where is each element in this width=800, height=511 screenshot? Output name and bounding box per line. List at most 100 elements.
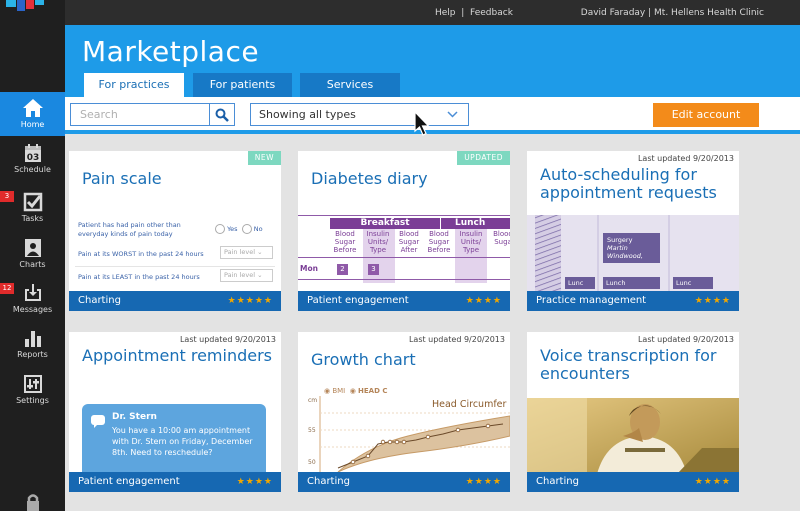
home-icon bbox=[22, 99, 43, 117]
preview-no: No bbox=[253, 225, 263, 233]
preview-lunch: Lunch bbox=[441, 218, 510, 229]
preview-col: Insulin Units/ Type bbox=[459, 230, 483, 254]
card-preview: ◉ BMI ◉ HEAD C cm Head Circumfer 55 50 bbox=[298, 384, 510, 472]
tab-services[interactable]: Services bbox=[300, 73, 400, 97]
sliders-icon bbox=[23, 375, 42, 393]
search-icon bbox=[215, 108, 229, 122]
sidebar-item-label: Schedule bbox=[14, 165, 51, 174]
preview-col: Blood Sugar Before bbox=[333, 230, 357, 254]
preview-lunch-slot: Lunc bbox=[673, 277, 713, 289]
rating-stars: ★★★★★ bbox=[227, 296, 273, 306]
preview-col: Blood Sugar Before bbox=[427, 230, 451, 254]
top-bar: Help | Feedback David Faraday | Mt. Hell… bbox=[65, 0, 800, 25]
preview-question: Pain at its WORST in the past 24 hours bbox=[78, 250, 204, 258]
clinic-name: Mt. Hellens Health Clinic bbox=[654, 8, 764, 18]
preview-question: Pain at its LEAST in the past 24 hours bbox=[78, 273, 200, 281]
calendar-icon: 03 bbox=[24, 144, 41, 163]
sidebar-item-label: Messages bbox=[12, 305, 53, 314]
sidebar-item-reports[interactable]: Reports bbox=[0, 326, 65, 370]
preview-value: 3 bbox=[368, 264, 379, 275]
sidebar-item-messages[interactable]: 12 Messages bbox=[0, 282, 65, 326]
preview-message: You have a 10:00 am appointment with Dr.… bbox=[112, 426, 253, 457]
lock-icon[interactable] bbox=[24, 493, 42, 511]
feedback-link[interactable]: Feedback bbox=[470, 8, 513, 18]
sidebar-item-label: Home bbox=[20, 120, 45, 129]
sidebar-item-home[interactable]: Home bbox=[0, 92, 65, 136]
separator: | bbox=[458, 8, 468, 18]
chevron-down-icon bbox=[447, 111, 458, 118]
page-title: Marketplace bbox=[82, 35, 260, 68]
card-footer: Charting ★★★★ bbox=[527, 472, 739, 492]
card-category: Charting bbox=[78, 295, 121, 306]
user-name: David Faraday bbox=[580, 8, 646, 18]
preview-lunch-slot: Lunc bbox=[565, 277, 595, 289]
sidebar-item-schedule[interactable]: 03 Schedule bbox=[0, 140, 65, 184]
sidebar-item-tasks[interactable]: 3 Tasks bbox=[0, 190, 65, 234]
preview-yes: Yes bbox=[227, 225, 238, 233]
card-title: Auto-scheduling for appointment requests bbox=[540, 165, 717, 202]
preview-lunch-slot: Lunch bbox=[603, 277, 660, 289]
calendar-day-number: 03 bbox=[26, 153, 39, 163]
sidebar-item-charts[interactable]: Charts bbox=[0, 236, 65, 280]
checkbox-icon bbox=[23, 192, 42, 212]
toolbar: Showing all types Edit account bbox=[65, 97, 800, 134]
sidebar-item-label: Charts bbox=[19, 260, 46, 269]
sidebar-item-settings[interactable]: Settings bbox=[0, 372, 65, 416]
card-preview: Surgery Martin Windwood, Lunc Lunch Lunc bbox=[527, 215, 739, 292]
brand-logo bbox=[0, 0, 65, 14]
doctor-photo bbox=[527, 398, 739, 474]
type-filter-value: Showing all types bbox=[259, 108, 356, 121]
chat-bubble-icon bbox=[91, 415, 105, 428]
search-input[interactable] bbox=[70, 103, 210, 126]
page-header: Marketplace For practices For patients S… bbox=[65, 25, 800, 97]
preview-select: Pain level bbox=[224, 271, 256, 279]
tasks-count-badge: 3 bbox=[0, 191, 14, 202]
marketplace-card[interactable]: Last updated 9/20/2013 Voice transcripti… bbox=[527, 332, 739, 492]
marketplace-card[interactable]: NEW Pain scale Patient has had pain othe… bbox=[69, 151, 281, 311]
messages-count-badge: 12 bbox=[0, 283, 14, 294]
marketplace-card[interactable]: Last updated 9/20/2013 Auto-scheduling f… bbox=[527, 151, 739, 311]
card-category: Charting bbox=[536, 476, 579, 487]
preview-question: Patient has had pain other than everyday… bbox=[78, 221, 181, 238]
preview-col: Blood Sugar After bbox=[398, 230, 420, 254]
growth-chart-thumbnail bbox=[319, 396, 510, 472]
preview-col: Insulin Units/ Type bbox=[366, 230, 390, 254]
card-preview-photo bbox=[527, 398, 739, 474]
card-category: Patient engagement bbox=[78, 476, 180, 487]
chart-person-icon bbox=[24, 239, 41, 257]
search-button[interactable] bbox=[209, 103, 235, 126]
card-title: Voice transcription for encounters bbox=[540, 346, 717, 383]
user-info[interactable]: David Faraday | Mt. Hellens Health Clini… bbox=[581, 8, 764, 18]
card-title: Appointment reminders bbox=[82, 346, 272, 365]
preview-value: 2 bbox=[337, 264, 348, 275]
edit-account-button[interactable]: Edit account bbox=[653, 103, 759, 127]
card-footer: Charting ★★★★★ bbox=[69, 291, 281, 311]
rating-stars: ★★★★ bbox=[465, 296, 502, 306]
preview-select: Pain level bbox=[224, 248, 256, 256]
sidebar-item-label: Reports bbox=[17, 350, 48, 359]
new-badge: NEW bbox=[247, 151, 281, 165]
card-title: Growth chart bbox=[311, 350, 416, 369]
sidebar-nav: Home 03 Schedule 3 Tasks Charts 12 Messa… bbox=[0, 0, 65, 511]
rating-stars: ★★★★ bbox=[236, 477, 273, 487]
tab-for-practices[interactable]: For practices bbox=[84, 73, 184, 97]
help-link[interactable]: Help bbox=[435, 8, 456, 18]
rating-stars: ★★★★ bbox=[694, 477, 731, 487]
card-preview: Dr. Stern You have a 10:00 am appointmen… bbox=[69, 404, 281, 474]
card-title: Diabetes diary bbox=[311, 169, 428, 188]
tab-for-patients[interactable]: For patients bbox=[193, 73, 292, 97]
preview-breakfast: Breakfast bbox=[330, 218, 440, 229]
last-updated: Last updated 9/20/2013 bbox=[408, 335, 505, 344]
card-category: Charting bbox=[307, 476, 350, 487]
card-footer: Patient engagement ★★★★ bbox=[298, 291, 510, 311]
card-category: Practice management bbox=[536, 295, 647, 306]
last-updated: Last updated 9/20/2013 bbox=[637, 154, 734, 163]
inbox-icon bbox=[24, 284, 41, 301]
marketplace-card[interactable]: UPDATED Diabetes diary Breakfast Lunch B… bbox=[298, 151, 510, 311]
preview-col: Blood Suga bbox=[493, 230, 510, 246]
type-filter-select[interactable]: Showing all types bbox=[250, 103, 469, 126]
preview-sender: Dr. Stern bbox=[112, 412, 157, 422]
marketplace-card[interactable]: Last updated 9/20/2013 Growth chart ◉ BM… bbox=[298, 332, 510, 492]
last-updated: Last updated 9/20/2013 bbox=[179, 335, 276, 344]
marketplace-card[interactable]: Last updated 9/20/2013 Appointment remin… bbox=[69, 332, 281, 492]
